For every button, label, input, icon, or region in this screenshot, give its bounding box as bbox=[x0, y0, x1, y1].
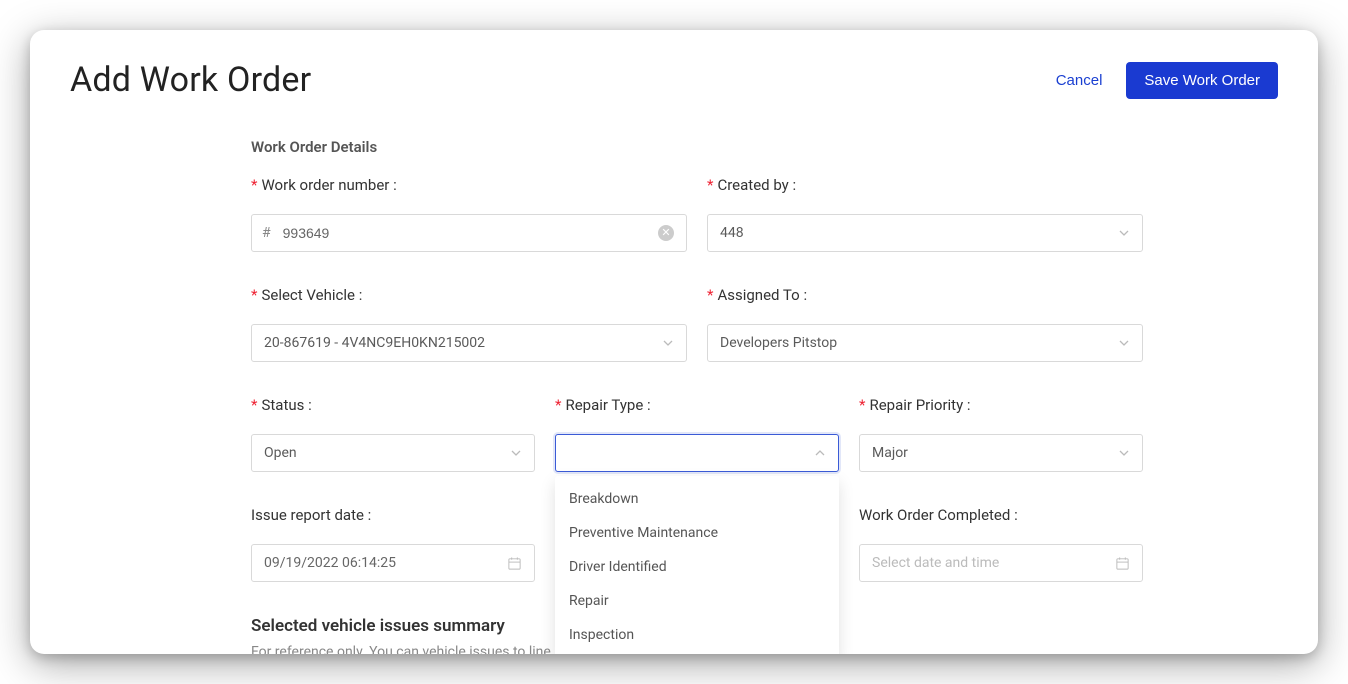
chevron-down-icon bbox=[510, 447, 522, 459]
field-repair-type: *Repair Type : BreakdownPreventive Maint… bbox=[555, 396, 839, 472]
chevron-up-icon bbox=[814, 447, 826, 459]
header-actions: Cancel Save Work Order bbox=[1056, 62, 1278, 99]
chevron-down-icon bbox=[1118, 337, 1130, 349]
work-order-number-input-wrap[interactable]: # ✕ bbox=[251, 214, 687, 252]
status-select[interactable]: Open bbox=[251, 434, 535, 472]
field-label: *Assigned To : bbox=[707, 286, 1143, 304]
calendar-icon bbox=[507, 556, 522, 571]
modal-header: Add Work Order Cancel Save Work Order bbox=[70, 60, 1278, 100]
repair-type-dropdown: BreakdownPreventive MaintenanceDriver Id… bbox=[555, 476, 839, 654]
clear-icon[interactable]: ✕ bbox=[658, 225, 674, 241]
field-label: Issue report date : bbox=[251, 506, 535, 524]
date-value: 09/19/2022 06:14:25 bbox=[264, 555, 396, 571]
calendar-icon bbox=[1115, 556, 1130, 571]
select-value: Major bbox=[872, 445, 908, 461]
field-status: *Status : Open bbox=[251, 396, 535, 472]
chevron-down-icon bbox=[662, 337, 674, 349]
select-value: 20-867619 - 4V4NC9EH0KN215002 bbox=[264, 335, 485, 351]
field-repair-priority: *Repair Priority : Major bbox=[859, 396, 1143, 472]
repair-type-option[interactable]: Driver Identified bbox=[555, 550, 839, 584]
repair-type-option[interactable]: Preventive Maintenance bbox=[555, 516, 839, 550]
form-area: Work Order Details *Work order number : … bbox=[251, 138, 1143, 654]
hash-prefix: # bbox=[262, 225, 271, 241]
repair-type-select[interactable] bbox=[555, 434, 839, 472]
field-label: Work Order Completed : bbox=[859, 506, 1143, 524]
work-order-completed-input[interactable]: Select date and time bbox=[859, 544, 1143, 582]
repair-priority-select[interactable]: Major bbox=[859, 434, 1143, 472]
section-title-details: Work Order Details bbox=[251, 138, 1143, 156]
chevron-down-icon bbox=[1118, 227, 1130, 239]
save-button[interactable]: Save Work Order bbox=[1126, 62, 1278, 99]
issue-report-date-input[interactable]: 09/19/2022 06:14:25 bbox=[251, 544, 535, 582]
select-vehicle-select[interactable]: 20-867619 - 4V4NC9EH0KN215002 bbox=[251, 324, 687, 362]
field-work-order-completed: Work Order Completed : Select date and t… bbox=[859, 506, 1143, 582]
page-title: Add Work Order bbox=[70, 60, 311, 100]
repair-type-option[interactable]: Breakdown bbox=[555, 482, 839, 516]
field-work-order-number: *Work order number : # ✕ bbox=[251, 176, 687, 252]
field-label: *Work order number : bbox=[251, 176, 687, 194]
field-select-vehicle: *Select Vehicle : 20-867619 - 4V4NC9EH0K… bbox=[251, 286, 687, 362]
select-value: Developers Pitstop bbox=[720, 335, 837, 351]
work-order-number-input[interactable] bbox=[281, 224, 658, 242]
cancel-button[interactable]: Cancel bbox=[1056, 72, 1103, 89]
select-value: Open bbox=[264, 445, 297, 461]
field-label: *Status : bbox=[251, 396, 535, 414]
select-value: 448 bbox=[720, 225, 744, 241]
form-row: *Select Vehicle : 20-867619 - 4V4NC9EH0K… bbox=[251, 286, 1143, 362]
repair-type-option[interactable]: Repair bbox=[555, 584, 839, 618]
field-assigned-to: *Assigned To : Developers Pitstop bbox=[707, 286, 1143, 362]
form-row: *Status : Open *Repair Type : BreakdownP… bbox=[251, 396, 1143, 472]
field-created-by: *Created by : 448 bbox=[707, 176, 1143, 252]
modal-card: Add Work Order Cancel Save Work Order Wo… bbox=[30, 30, 1318, 654]
assigned-to-select[interactable]: Developers Pitstop bbox=[707, 324, 1143, 362]
field-issue-report-date: Issue report date : 09/19/2022 06:14:25 bbox=[251, 506, 535, 582]
date-placeholder: Select date and time bbox=[872, 555, 999, 571]
field-label: *Repair Priority : bbox=[859, 396, 1143, 414]
created-by-select[interactable]: 448 bbox=[707, 214, 1143, 252]
form-row: *Work order number : # ✕ *Created by : 4… bbox=[251, 176, 1143, 252]
field-label: *Repair Type : bbox=[555, 396, 839, 414]
field-label: *Select Vehicle : bbox=[251, 286, 687, 304]
repair-type-option[interactable]: Inspection bbox=[555, 618, 839, 652]
field-label: *Created by : bbox=[707, 176, 1143, 194]
chevron-down-icon bbox=[1118, 447, 1130, 459]
